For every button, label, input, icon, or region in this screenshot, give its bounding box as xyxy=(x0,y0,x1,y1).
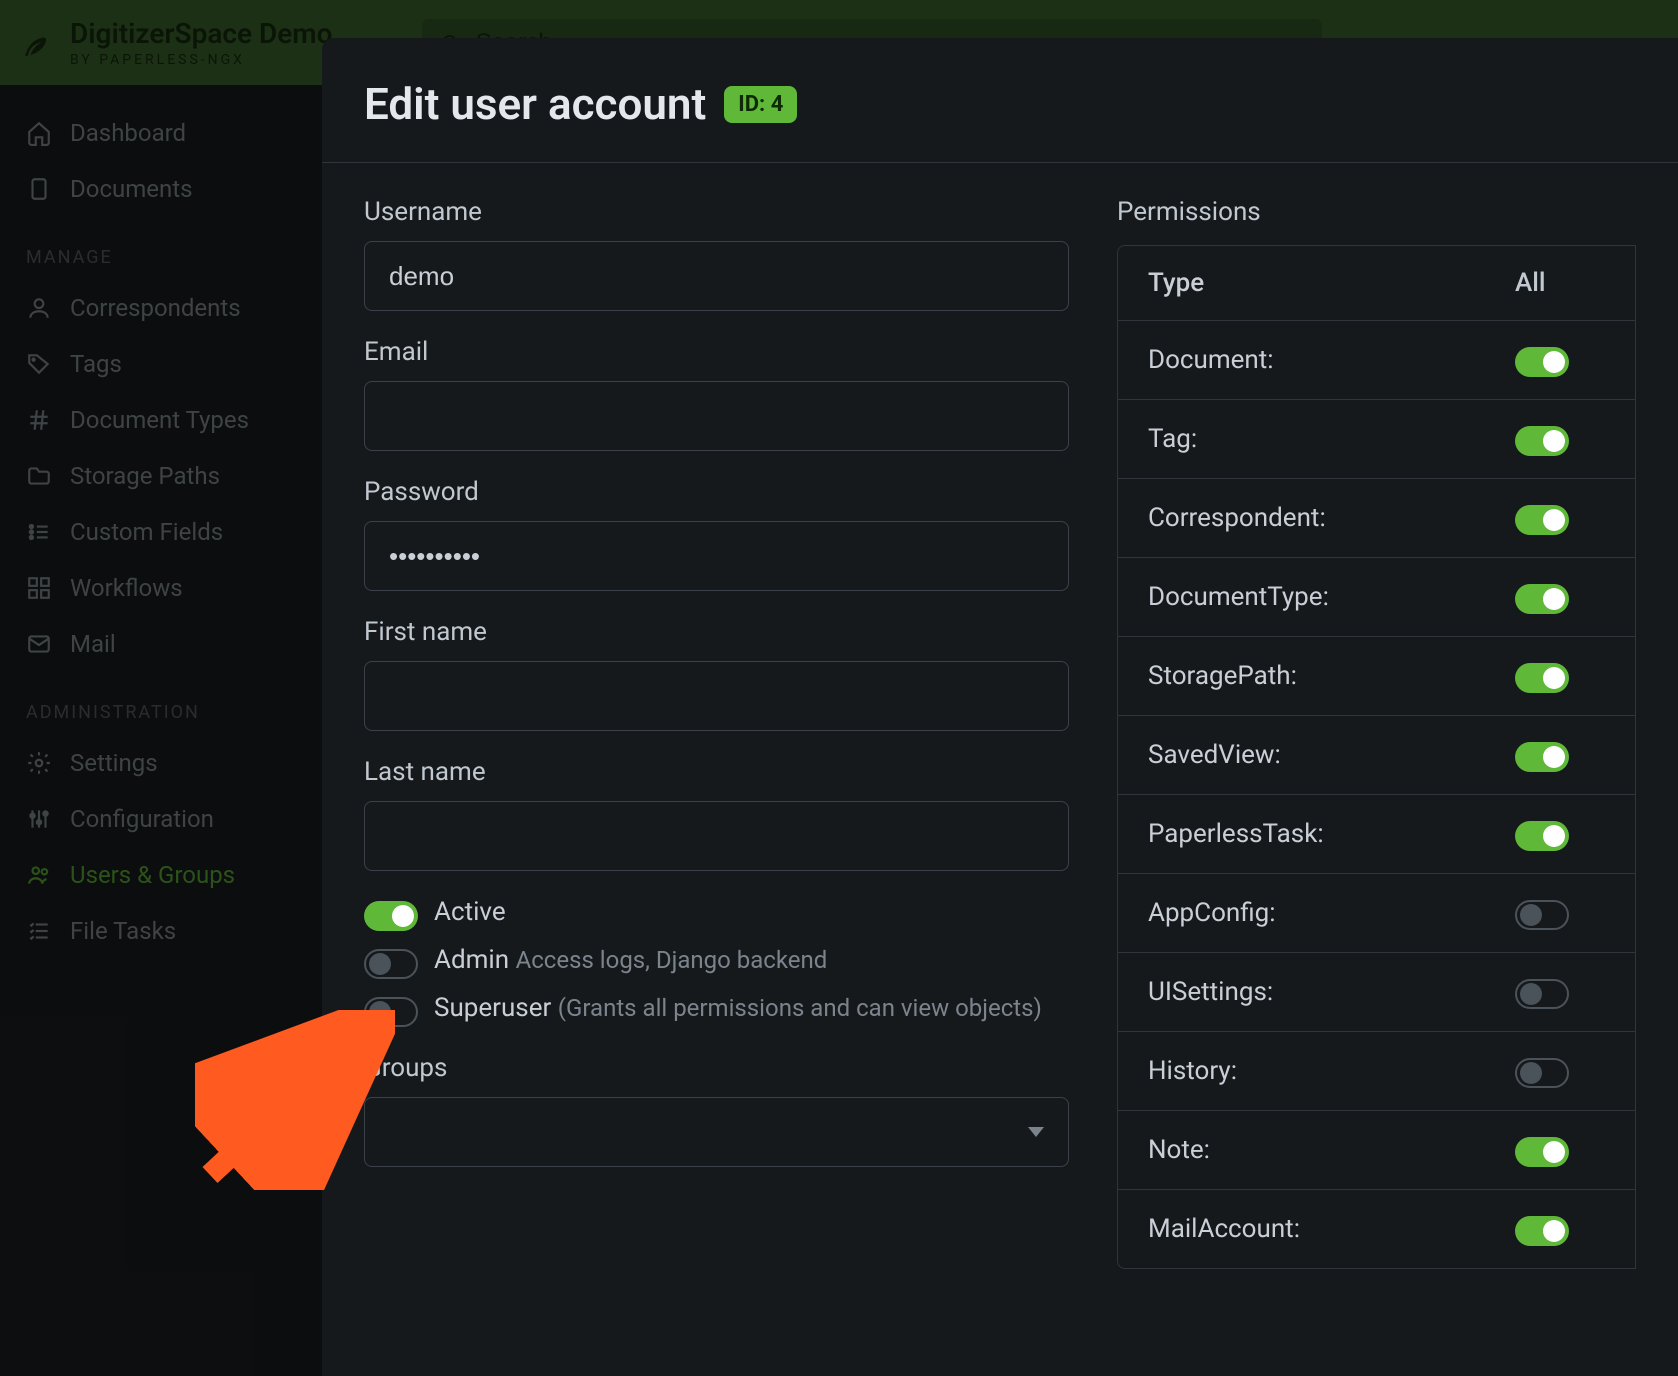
perm-type-label: UISettings: xyxy=(1148,977,1515,1007)
perm-row: Tag: xyxy=(1118,400,1635,479)
perm-type-label: History: xyxy=(1148,1056,1515,1086)
admin-toggle-label: Admin Access logs, Django backend xyxy=(434,945,827,975)
username-input[interactable] xyxy=(364,241,1069,311)
perm-type-label: MailAccount: xyxy=(1148,1214,1515,1244)
perm-type-label: Note: xyxy=(1148,1135,1515,1165)
username-label: Username xyxy=(364,197,1069,227)
modal-title: Edit user account xyxy=(364,78,706,130)
perm-type-label: PaperlessTask: xyxy=(1148,819,1515,849)
id-badge: ID: 4 xyxy=(724,86,797,123)
perm-all-toggle[interactable] xyxy=(1515,742,1569,772)
modal-header: Edit user account ID: 4 xyxy=(322,38,1678,163)
admin-toggle[interactable] xyxy=(364,949,418,979)
password-input[interactable] xyxy=(364,521,1069,591)
perm-row: Note: xyxy=(1118,1111,1635,1190)
perm-all-toggle[interactable] xyxy=(1515,663,1569,693)
lastname-input[interactable] xyxy=(364,801,1069,871)
perm-row: AppConfig: xyxy=(1118,874,1635,953)
permissions-column: Permissions Type All Document: Tag: Corres… xyxy=(1117,197,1636,1269)
email-label: Email xyxy=(364,337,1069,367)
perm-all-toggle[interactable] xyxy=(1515,426,1569,456)
perm-all-toggle[interactable] xyxy=(1515,1216,1569,1246)
firstname-label: First name xyxy=(364,617,1069,647)
perm-header-type: Type xyxy=(1148,268,1515,298)
perm-all-toggle[interactable] xyxy=(1515,979,1569,1009)
perm-all-toggle[interactable] xyxy=(1515,1058,1569,1088)
perm-all-toggle[interactable] xyxy=(1515,584,1569,614)
perm-row: Correspondent: xyxy=(1118,479,1635,558)
edit-user-modal: Edit user account ID: 4 Username Email P… xyxy=(322,38,1678,1376)
superuser-toggle-label: Superuser (Grants all permissions and ca… xyxy=(434,993,1042,1023)
permissions-header: Type All xyxy=(1118,246,1635,321)
perm-type-label: StoragePath: xyxy=(1148,661,1515,691)
perm-type-label: Correspondent: xyxy=(1148,503,1515,533)
groups-select[interactable] xyxy=(364,1097,1069,1167)
perm-type-label: AppConfig: xyxy=(1148,898,1515,928)
groups-label: Groups xyxy=(364,1053,1069,1083)
chevron-down-icon xyxy=(1028,1127,1044,1137)
lastname-label: Last name xyxy=(364,757,1069,787)
perm-header-all: All xyxy=(1515,268,1605,298)
perm-all-toggle[interactable] xyxy=(1515,347,1569,377)
active-toggle[interactable] xyxy=(364,901,418,931)
form-column: Username Email Password First name Last … xyxy=(364,197,1069,1269)
perm-type-label: DocumentType: xyxy=(1148,582,1515,612)
perm-all-toggle[interactable] xyxy=(1515,821,1569,851)
permissions-title: Permissions xyxy=(1117,197,1636,227)
perm-type-label: SavedView: xyxy=(1148,740,1515,770)
superuser-toggle[interactable] xyxy=(364,997,418,1027)
firstname-input[interactable] xyxy=(364,661,1069,731)
perm-row: Document: xyxy=(1118,321,1635,400)
perm-all-toggle[interactable] xyxy=(1515,1137,1569,1167)
perm-row: SavedView: xyxy=(1118,716,1635,795)
password-label: Password xyxy=(364,477,1069,507)
perm-type-label: Document: xyxy=(1148,345,1515,375)
perm-row: DocumentType: xyxy=(1118,558,1635,637)
active-toggle-label: Active xyxy=(434,897,506,927)
perm-row: PaperlessTask: xyxy=(1118,795,1635,874)
perm-type-label: Tag: xyxy=(1148,424,1515,454)
permissions-table: Type All Document: Tag: Correspondent: Docu… xyxy=(1117,245,1636,1269)
perm-row: MailAccount: xyxy=(1118,1190,1635,1268)
perm-row: History: xyxy=(1118,1032,1635,1111)
perm-all-toggle[interactable] xyxy=(1515,505,1569,535)
email-input[interactable] xyxy=(364,381,1069,451)
perm-all-toggle[interactable] xyxy=(1515,900,1569,930)
perm-row: UISettings: xyxy=(1118,953,1635,1032)
perm-row: StoragePath: xyxy=(1118,637,1635,716)
